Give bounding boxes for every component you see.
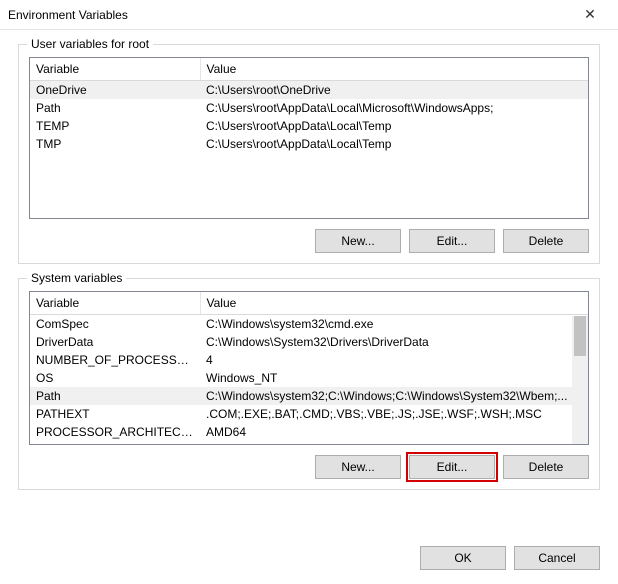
user-button-row: New... Edit... Delete <box>29 229 589 253</box>
user-row[interactable]: TMPC:\Users\root\AppData\Local\Temp <box>30 135 588 153</box>
user-row-variable: OneDrive <box>30 81 200 100</box>
system-row-variable: NUMBER_OF_PROCESSORS <box>30 351 200 369</box>
dialog-content: User variables for root Variable Value O… <box>0 30 618 536</box>
dialog-footer: OK Cancel <box>0 536 618 584</box>
system-row-value: C:\Windows\system32;C:\Windows;C:\Window… <box>200 387 588 405</box>
system-row[interactable]: OSWindows_NT <box>30 369 588 387</box>
system-new-button[interactable]: New... <box>315 455 401 479</box>
system-scrollbar[interactable] <box>572 316 588 444</box>
system-variables-group: System variables Variable Value ComSpecC… <box>18 278 600 490</box>
user-row[interactable]: OneDriveC:\Users\root\OneDrive <box>30 81 588 100</box>
system-row-value: 4 <box>200 351 588 369</box>
system-row-value: AMD64 <box>200 423 588 441</box>
user-col-value[interactable]: Value <box>200 58 588 81</box>
system-delete-button[interactable]: Delete <box>503 455 589 479</box>
user-delete-button[interactable]: Delete <box>503 229 589 253</box>
user-row[interactable]: PathC:\Users\root\AppData\Local\Microsof… <box>30 99 588 117</box>
system-row-value: C:\Windows\System32\Drivers\DriverData <box>200 333 588 351</box>
user-row-value: C:\Users\root\AppData\Local\Microsoft\Wi… <box>200 99 588 117</box>
user-new-button[interactable]: New... <box>315 229 401 253</box>
system-row-value: C:\Windows\system32\cmd.exe <box>200 315 588 334</box>
user-row[interactable]: TEMPC:\Users\root\AppData\Local\Temp <box>30 117 588 135</box>
system-row[interactable]: DriverDataC:\Windows\System32\Drivers\Dr… <box>30 333 588 351</box>
user-variables-group: User variables for root Variable Value O… <box>18 44 600 264</box>
environment-variables-dialog: Environment Variables ✕ User variables f… <box>0 0 618 584</box>
system-variables-table[interactable]: Variable Value ComSpecC:\Windows\system3… <box>29 291 589 445</box>
system-edit-button[interactable]: Edit... <box>409 455 495 479</box>
system-row-variable: PATHEXT <box>30 405 200 423</box>
user-row-value: C:\Users\root\AppData\Local\Temp <box>200 117 588 135</box>
user-group-label: User variables for root <box>27 37 153 51</box>
system-row-variable: ComSpec <box>30 315 200 334</box>
user-row-variable: TEMP <box>30 117 200 135</box>
user-col-variable[interactable]: Variable <box>30 58 200 81</box>
scrollbar-thumb[interactable] <box>574 316 586 356</box>
cancel-button[interactable]: Cancel <box>514 546 600 570</box>
system-row-value: Windows_NT <box>200 369 588 387</box>
titlebar: Environment Variables ✕ <box>0 0 618 30</box>
user-row-variable: TMP <box>30 135 200 153</box>
system-row-variable: OS <box>30 369 200 387</box>
system-col-variable[interactable]: Variable <box>30 292 200 315</box>
system-group-label: System variables <box>27 271 126 285</box>
system-row[interactable]: PathC:\Windows\system32;C:\Windows;C:\Wi… <box>30 387 588 405</box>
user-variables-table[interactable]: Variable Value OneDriveC:\Users\root\One… <box>29 57 589 219</box>
system-row-variable: Path <box>30 387 200 405</box>
system-row-variable: PROCESSOR_ARCHITECTURE <box>30 423 200 441</box>
system-row-variable: DriverData <box>30 333 200 351</box>
user-row-value: C:\Users\root\AppData\Local\Temp <box>200 135 588 153</box>
system-row[interactable]: PATHEXT.COM;.EXE;.BAT;.CMD;.VBS;.VBE;.JS… <box>30 405 588 423</box>
ok-button[interactable]: OK <box>420 546 506 570</box>
user-edit-button[interactable]: Edit... <box>409 229 495 253</box>
system-row[interactable]: NUMBER_OF_PROCESSORS4 <box>30 351 588 369</box>
dialog-title: Environment Variables <box>8 8 570 22</box>
system-row[interactable]: PROCESSOR_ARCHITECTUREAMD64 <box>30 423 588 441</box>
close-icon[interactable]: ✕ <box>570 6 610 23</box>
system-button-row: New... Edit... Delete <box>29 455 589 479</box>
user-row-variable: Path <box>30 99 200 117</box>
system-col-value[interactable]: Value <box>200 292 588 315</box>
system-row-value: .COM;.EXE;.BAT;.CMD;.VBS;.VBE;.JS;.JSE;.… <box>200 405 588 423</box>
system-row[interactable]: ComSpecC:\Windows\system32\cmd.exe <box>30 315 588 334</box>
user-row-value: C:\Users\root\OneDrive <box>200 81 588 100</box>
